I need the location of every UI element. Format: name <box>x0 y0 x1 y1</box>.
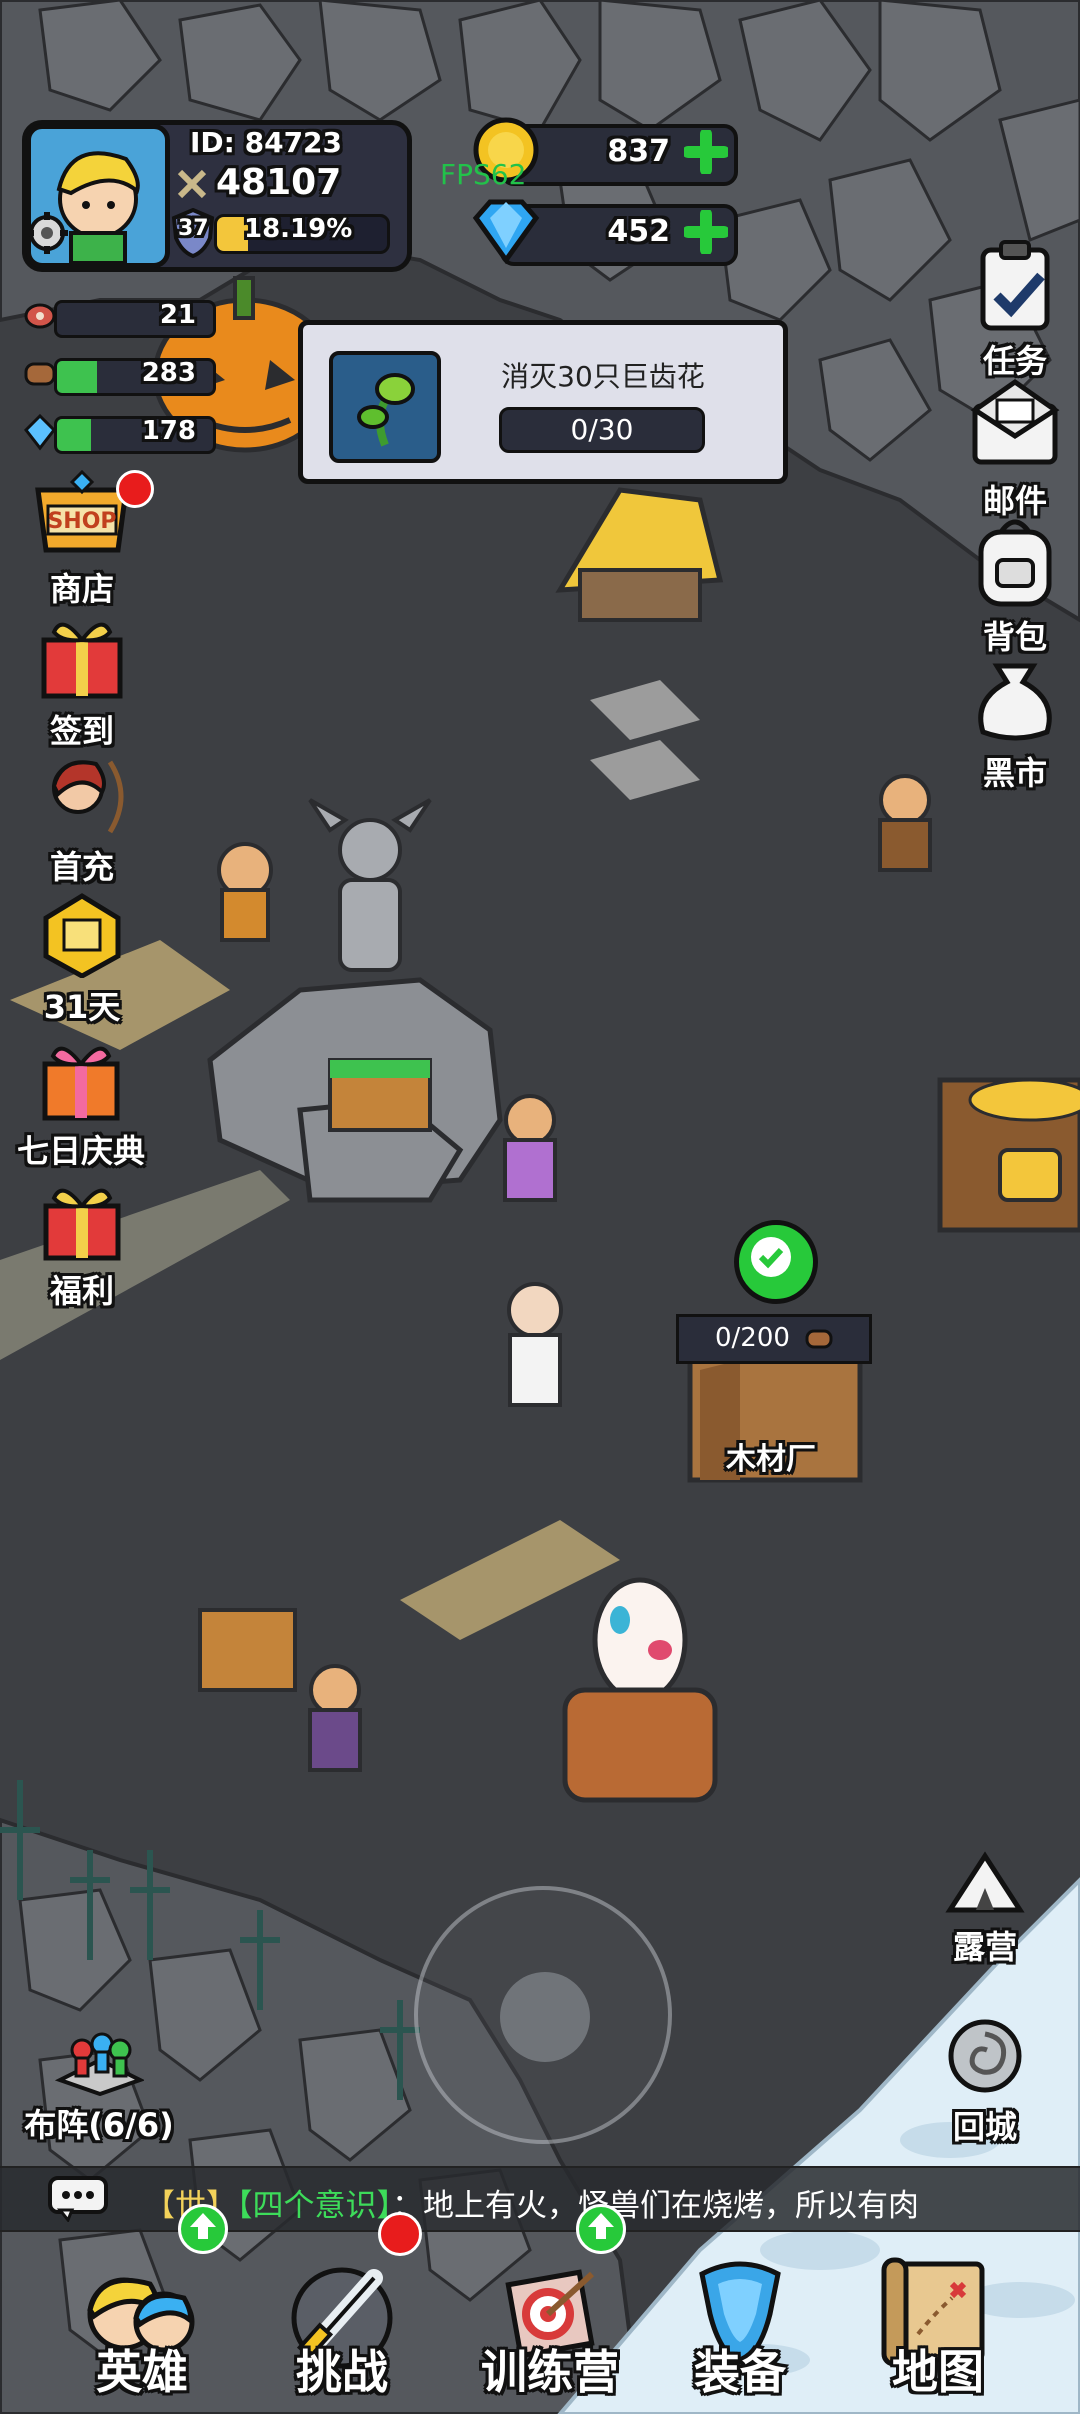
nav-challenge-label: 挑战 <box>296 2345 388 2399</box>
task-button[interactable]: 任务 <box>960 236 1070 382</box>
add-diamond-button[interactable] <box>682 208 730 256</box>
envelope-icon <box>970 378 1060 465</box>
monthly-card-icon <box>43 893 121 979</box>
crystal-icon <box>24 413 56 451</box>
gold-value: 837 <box>607 134 670 169</box>
player-level: 37 <box>178 216 209 241</box>
wood-log-icon <box>805 1329 833 1349</box>
crystal-value: 178 <box>141 416 196 446</box>
quest-progress-text: 0/30 <box>570 413 634 446</box>
shop-badge <box>116 470 154 508</box>
portal-swirl-icon <box>948 2019 1022 2093</box>
signin-label: 签到 <box>49 712 114 750</box>
nav-training-label: 训练营 <box>481 2345 619 2399</box>
seven-day-button[interactable]: 七日庆典 <box>6 1036 156 1172</box>
settings-gear-icon[interactable] <box>24 210 70 256</box>
nav-heroes-label: 英雄 <box>96 2345 188 2399</box>
add-gold-button[interactable] <box>682 128 730 176</box>
lumber-mill-counter-text: 0/200 <box>715 1323 790 1353</box>
welfare-gift-icon <box>43 1188 121 1261</box>
return-city-label: 回城 <box>952 2108 1017 2146</box>
archer-girl-icon <box>51 760 124 834</box>
quest-panel[interactable]: 消灭30只巨齿花 0/30 <box>298 320 788 484</box>
money-bag-icon <box>978 663 1052 741</box>
joystick-knob[interactable] <box>500 1972 590 2062</box>
nav-equipment[interactable]: 装备 <box>650 2254 830 2414</box>
lumber-mill-counter: 0/200 <box>676 1314 872 1364</box>
player-power: 48107 <box>216 162 342 203</box>
resource-meat: 21 <box>20 296 216 338</box>
resource-crystal: 178 <box>20 412 216 454</box>
upgrade-arrow-icon <box>576 2204 626 2254</box>
chat-line: 【世】【四个意识】：地上有火，怪兽们在烧烤，所以有肉 <box>144 2180 919 2225</box>
nav-map[interactable]: 地图 <box>848 2254 1028 2414</box>
wood-log-icon <box>24 362 56 386</box>
chat-bubble-icon[interactable] <box>46 2176 110 2223</box>
shop-label: 商店 <box>49 570 114 608</box>
bag-button[interactable]: 背包 <box>960 512 1070 658</box>
nav-equipment-label: 装备 <box>694 2345 786 2399</box>
seven-day-label: 七日庆典 <box>16 1132 145 1170</box>
black-market-label: 黑市 <box>982 754 1047 792</box>
power-icon <box>176 168 208 200</box>
fps-counter: FPS62 <box>440 158 527 191</box>
celebration-gift-icon <box>42 1046 120 1121</box>
formation-button[interactable]: 布阵(6/6) <box>14 2020 184 2146</box>
nav-challenge[interactable]: 挑战 <box>252 2212 432 2414</box>
monthly-card-label: 31天 <box>43 988 121 1026</box>
black-market-button[interactable]: 黑市 <box>960 648 1070 794</box>
checkmark-icon <box>751 1237 791 1277</box>
svg-text:SHOP: SHOP <box>47 509 116 534</box>
exp-percent: 18.19% <box>244 214 353 244</box>
return-city-button[interactable]: 回城 <box>930 2014 1040 2148</box>
lumber-mill-label[interactable]: 木材厂 <box>726 1434 816 1478</box>
diamond-value: 452 <box>607 214 670 249</box>
first-recharge-label: 首充 <box>49 848 114 886</box>
quest-title: 消灭30只巨齿花 <box>501 360 705 393</box>
chat-bar[interactable]: 【世】【四个意识】：地上有火，怪兽们在烧烤，所以有肉 <box>0 2166 1080 2232</box>
tent-icon <box>945 1851 1025 1913</box>
resource-wood: 283 <box>20 354 216 396</box>
clipboard-icon <box>980 240 1050 331</box>
shop-button[interactable]: SHOP 商店 <box>22 469 154 610</box>
quest-icon <box>329 351 441 463</box>
chat-message: 地上有火，怪兽们在烧烤，所以有肉 <box>423 2188 919 2224</box>
monthly-card-button[interactable]: 31天 <box>22 892 142 1028</box>
challenge-badge <box>378 2212 422 2256</box>
first-recharge-button[interactable]: 首充 <box>22 752 142 888</box>
player-id: ID: 84723 <box>190 126 343 159</box>
nav-training[interactable]: 训练营 <box>450 2204 650 2414</box>
virtual-joystick[interactable] <box>414 1886 672 2144</box>
formation-label: 布阵(6/6) <box>24 2106 174 2144</box>
chess-pieces-icon <box>54 2032 146 2097</box>
wood-value: 283 <box>141 358 196 388</box>
welfare-button[interactable]: 福利 <box>22 1176 142 1312</box>
camp-label: 露营 <box>952 1928 1017 1966</box>
gift-box-icon <box>41 622 123 699</box>
meat-value: 21 <box>159 300 196 330</box>
chat-sender[interactable]: 【四个意识】 <box>237 2188 392 2224</box>
upgrade-arrow-icon <box>178 2204 228 2254</box>
diamond-icon <box>466 196 546 266</box>
quest-progress-bar: 0/30 <box>499 407 705 453</box>
nav-map-label: 地图 <box>892 2345 984 2399</box>
camp-button[interactable]: 露营 <box>930 1848 1040 1968</box>
signin-button[interactable]: 签到 <box>22 612 142 752</box>
carnivorous-plant-icon <box>357 373 415 447</box>
welfare-label: 福利 <box>49 1272 114 1310</box>
backpack-icon <box>978 519 1052 607</box>
meat-icon <box>24 303 56 329</box>
lumber-mill-collect-button[interactable] <box>734 1220 818 1304</box>
nav-heroes[interactable]: 英雄 <box>52 2204 232 2414</box>
mail-button[interactable]: 邮件 <box>960 376 1070 522</box>
